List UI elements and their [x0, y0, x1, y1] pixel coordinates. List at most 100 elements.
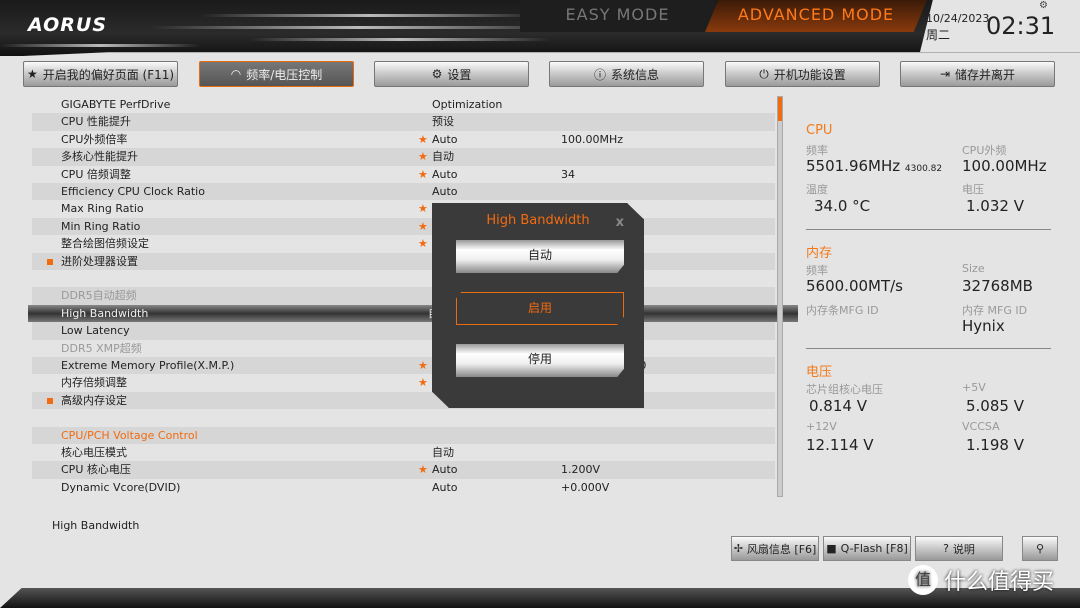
search-button[interactable]: ⚲: [1022, 536, 1058, 561]
cpu-volt-label: 电压: [962, 183, 984, 196]
star-icon: ★: [418, 237, 428, 251]
setting-row[interactable]: Dynamic Vcore(DVID) Auto +0.000V: [32, 479, 775, 496]
mem-freq: 5600.00MT/s: [806, 277, 904, 295]
tab-boot[interactable]: ⏻ 开机功能设置: [725, 61, 880, 87]
close-icon[interactable]: x: [616, 215, 624, 230]
setting-value[interactable]: Optimization: [432, 96, 502, 113]
clock: 02:31: [986, 12, 1056, 40]
setting-label: GIGABYTE PerfDrive: [61, 98, 171, 111]
qflash-button[interactable]: ■ Q-Flash [F8]: [823, 536, 911, 561]
option-auto[interactable]: 自动: [456, 240, 624, 273]
mem-freq-label: 频率: [806, 264, 828, 277]
setting-row[interactable]: CPU/PCH Voltage Control: [32, 426, 775, 444]
gear-icon: ⚙: [431, 67, 443, 81]
cpu-volt: 1.032 V: [966, 197, 1024, 215]
tab-system-info[interactable]: ⓘ 系统信息: [549, 61, 704, 87]
setting-value[interactable]: Auto: [432, 131, 458, 148]
setting-value[interactable]: Auto: [432, 183, 458, 200]
setting-row: [32, 409, 775, 426]
pch-volt-label: 芯片组核心电压: [806, 383, 883, 396]
setting-label: Max Ring Ratio: [61, 202, 144, 216]
dialog-title: High Bandwidth: [486, 213, 590, 228]
setting-row[interactable]: High Bandwidth自: [28, 304, 798, 323]
v12-value: 12.114 V: [806, 436, 874, 454]
v5-value: 5.085 V: [966, 397, 1024, 415]
setting-label: Dynamic Vcore(DVID): [61, 480, 181, 494]
setting-row[interactable]: 进阶处理器设置: [32, 252, 775, 270]
setting-current: 1.200V: [561, 463, 601, 477]
setting-label: CPU 性能提升: [61, 115, 131, 129]
scrollbar[interactable]: [777, 96, 783, 497]
setting-value[interactable]: Auto: [432, 479, 458, 496]
settings-list: GIGABYTE PerfDrive Optimization CPU 性能提升 预设…: [28, 96, 798, 497]
setting-row[interactable]: Max Ring Ratio★Auto: [32, 200, 775, 217]
mem-module-mfg-label: 内存条MFG ID: [806, 304, 879, 317]
cpu-temp-label: 温度: [806, 183, 828, 196]
setting-row[interactable]: Efficiency CPU Clock Ratio Auto: [32, 183, 775, 201]
setting-label: 内存倍频调整: [61, 376, 127, 390]
vccsa-label: VCCSA: [962, 420, 1000, 433]
setting-value[interactable]: 自动: [432, 148, 454, 165]
option-disabled[interactable]: 停用: [456, 344, 624, 377]
watermark: 值什么值得买: [908, 564, 1054, 596]
setting-row[interactable]: CPU外频倍率 ★ Auto 100.00MHz: [32, 131, 775, 148]
help-text: High Bandwidth: [52, 519, 140, 532]
setting-label: CPU外频倍率: [61, 132, 128, 146]
weekday: 周二: [926, 28, 951, 42]
question-icon: ?: [943, 542, 949, 555]
help-button[interactable]: ? 说明: [915, 536, 1003, 561]
high-bandwidth-dialog: High Bandwidth x 自动 启用 停用: [432, 203, 644, 408]
setting-row[interactable]: 核心电压模式 自动: [32, 444, 775, 461]
voltage-section-title: 电压: [806, 365, 833, 380]
power-icon: ⏻: [759, 66, 769, 81]
setting-row[interactable]: CPU 倍频调整 ★ Auto 34: [32, 166, 775, 183]
setting-label: 高级内存设定: [61, 393, 127, 407]
setting-value[interactable]: Auto: [432, 166, 458, 183]
tab-frequency-voltage[interactable]: ◠ 频率/电压控制: [199, 61, 354, 87]
setting-row[interactable]: Low Latency自: [32, 322, 775, 340]
setting-row[interactable]: 整合绘图倍频设定★Auto: [32, 235, 775, 252]
tab-favorites[interactable]: ★ 开启我的偏好页面 (F11): [23, 61, 178, 87]
fan-info-button[interactable]: ✢ 风扇信息 [F6]: [731, 536, 819, 561]
tab-save-exit[interactable]: ⇥ 储存并离开: [900, 61, 1055, 87]
star-icon: ★: [418, 376, 428, 390]
cpu-temp: 34.0 °C: [814, 197, 871, 215]
setting-label: DDR5自动超频: [61, 289, 137, 303]
setting-label: Efficiency CPU Clock Ratio: [61, 185, 205, 198]
setting-row[interactable]: Min Ring Ratio★Auto: [32, 217, 775, 236]
setting-row[interactable]: CPU 性能提升 预设: [32, 113, 775, 131]
setting-label: CPU 倍频调整: [61, 167, 131, 181]
setting-label: High Bandwidth: [61, 306, 149, 320]
setting-row[interactable]: DDR5自动超频自: [32, 287, 775, 305]
setting-row[interactable]: 多核心性能提升 ★ 自动: [32, 148, 775, 166]
setting-value[interactable]: Auto: [432, 461, 458, 478]
setting-row[interactable]: GIGABYTE PerfDrive Optimization: [32, 96, 775, 113]
fan-icon: ✢: [733, 542, 743, 555]
setting-row[interactable]: 高级内存设定: [32, 391, 775, 410]
setting-value[interactable]: 预设: [432, 113, 454, 130]
star-icon: ★: [418, 463, 428, 477]
setting-row: [32, 270, 775, 287]
advanced-mode-button[interactable]: ADVANCED MODE: [705, 0, 927, 32]
info-icon: ⓘ: [593, 67, 606, 82]
setting-label: 核心电压模式: [61, 446, 127, 459]
aorus-logo: AORUS: [28, 14, 108, 36]
tab-settings[interactable]: ⚙ 设置: [374, 61, 529, 87]
scrollbar-thumb[interactable]: [778, 97, 782, 121]
setting-label: Extreme Memory Profile(X.M.P.): [61, 359, 235, 372]
star-icon: ★: [418, 202, 428, 216]
setting-row[interactable]: Extreme Memory Profile(X.M.P.)★XMP38-38-…: [32, 357, 775, 375]
option-enabled[interactable]: 启用: [456, 292, 624, 325]
mem-size: 32768MB: [962, 277, 1033, 295]
setting-row[interactable]: CPU 核心电压 ★ Auto 1.200V: [32, 461, 775, 479]
setting-row[interactable]: DDR5 XMP超频停: [32, 340, 775, 357]
setting-row[interactable]: 内存倍频调整★Auto5600: [32, 374, 775, 391]
mem-size-label: Size: [962, 262, 985, 275]
submenu-bullet-icon: [47, 258, 53, 265]
setting-label: CPU 核心电压: [61, 463, 131, 477]
setting-value[interactable]: 自动: [432, 444, 454, 461]
search-icon: ⚲: [1035, 542, 1045, 555]
setting-current: 100.00MHz: [561, 132, 624, 146]
settings-gear-icon[interactable]: ⚙: [1039, 0, 1048, 11]
easy-mode-button[interactable]: EASY MODE: [520, 0, 715, 32]
